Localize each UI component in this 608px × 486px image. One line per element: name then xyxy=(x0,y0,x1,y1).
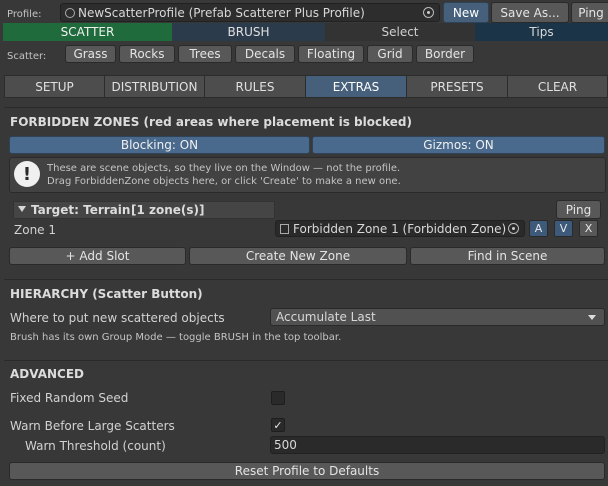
blocking-toggle[interactable]: Blocking: ON xyxy=(9,136,310,154)
scatter-type-grass[interactable]: Grass xyxy=(65,45,116,63)
target-ping-button[interactable]: Ping xyxy=(556,200,601,219)
scatter-type-decals[interactable]: Decals xyxy=(235,45,295,63)
gizmos-toggle[interactable]: Gizmos: ON xyxy=(312,136,605,154)
reset-profile-button[interactable]: Reset Profile to Defaults xyxy=(9,462,605,480)
section-tab-presets[interactable]: PRESETS xyxy=(406,75,508,98)
hierarchy-note: Brush has its own Group Mode — toggle BR… xyxy=(10,332,342,343)
advanced-heading: ADVANCED xyxy=(10,367,85,381)
save-as-button[interactable]: Save As... xyxy=(491,2,569,23)
scatter-type-rocks[interactable]: Rocks xyxy=(119,45,175,63)
zone-a-button[interactable]: A xyxy=(529,220,548,237)
section-tab-distribution[interactable]: DISTRIBUTION xyxy=(104,75,205,98)
profile-value: NewScatterProfile (Prefab Scatterer Plus… xyxy=(78,5,365,20)
forbidden-zones-heading: FORBIDDEN ZONES (red areas where placeme… xyxy=(10,115,412,129)
create-new-zone-button[interactable]: Create New Zone xyxy=(189,247,407,265)
section-tab-setup[interactable]: SETUP xyxy=(4,75,105,98)
warn-threshold-input[interactable]: 500 xyxy=(270,436,605,454)
profile-label: Profile: xyxy=(7,9,42,20)
object-picker-icon[interactable] xyxy=(423,7,434,18)
zone-object-icon xyxy=(280,223,289,234)
zone-1-label: Zone 1 xyxy=(14,223,56,237)
foldout-arrow-icon[interactable] xyxy=(18,206,26,212)
zone-picker-icon[interactable] xyxy=(508,223,519,234)
mode-tab-tips[interactable]: Tips xyxy=(475,23,608,41)
ping-profile-button[interactable]: Ping xyxy=(571,2,608,23)
mode-tab-brush[interactable]: BRUSH xyxy=(172,23,325,41)
target-label: Target: Terrain xyxy=(31,203,131,217)
profile-field[interactable]: NewScatterProfile (Prefab Scatterer Plus… xyxy=(60,3,440,22)
zone-count: [1 zone(s)] xyxy=(131,203,205,217)
warn-checkbox[interactable]: ✓ xyxy=(271,418,285,432)
warn-threshold-value: 500 xyxy=(274,438,297,452)
info-line-2: Drag ForbiddenZone objects here, or clic… xyxy=(47,176,401,187)
scatter-type-trees[interactable]: Trees xyxy=(178,45,232,63)
scatter-type-border[interactable]: Border xyxy=(416,45,474,63)
fixed-seed-label: Fixed Random Seed xyxy=(10,391,129,405)
section-tab-rules[interactable]: RULES xyxy=(204,75,306,98)
checkmark-icon: ✓ xyxy=(273,418,283,432)
hierarchy-heading: HIERARCHY (Scatter Button) xyxy=(10,287,203,301)
zone-1-value: Forbidden Zone 1 (Forbidden Zone) xyxy=(293,221,507,236)
group-mode-value: Accumulate Last xyxy=(276,310,376,324)
warning-icon: ! xyxy=(14,161,40,187)
zone-v-button[interactable]: V xyxy=(554,220,573,237)
find-in-scene-button[interactable]: Find in Scene xyxy=(410,247,605,265)
zone-remove-button[interactable]: X xyxy=(579,220,598,237)
mode-tab-select[interactable]: Select xyxy=(325,23,475,41)
fixed-seed-checkbox[interactable] xyxy=(271,391,285,405)
mode-tab-scatter[interactable]: SCATTER xyxy=(3,23,172,41)
group-mode-dropdown[interactable]: Accumulate Last xyxy=(270,308,605,326)
add-slot-button[interactable]: + Add Slot xyxy=(9,247,186,265)
scatter-label: Scatter: xyxy=(7,51,47,62)
scatter-type-grid[interactable]: Grid xyxy=(367,45,413,63)
dropdown-arrow-icon xyxy=(588,315,596,320)
warn-threshold-label: Warn Threshold (count) xyxy=(25,439,166,453)
scriptable-object-icon xyxy=(65,7,75,18)
section-tab-extras[interactable]: EXTRAS xyxy=(305,75,407,98)
where-label: Where to put new scattered objects xyxy=(10,311,225,325)
section-tab-clear[interactable]: CLEAR xyxy=(507,75,608,98)
warn-label: Warn Before Large Scatters xyxy=(10,419,175,433)
zone-1-field[interactable]: Forbidden Zone 1 (Forbidden Zone) xyxy=(275,220,525,237)
scatter-type-floating[interactable]: Floating xyxy=(298,45,364,63)
info-line-1: These are scene objects, so they live on… xyxy=(47,163,401,174)
new-profile-button[interactable]: New xyxy=(443,2,489,23)
